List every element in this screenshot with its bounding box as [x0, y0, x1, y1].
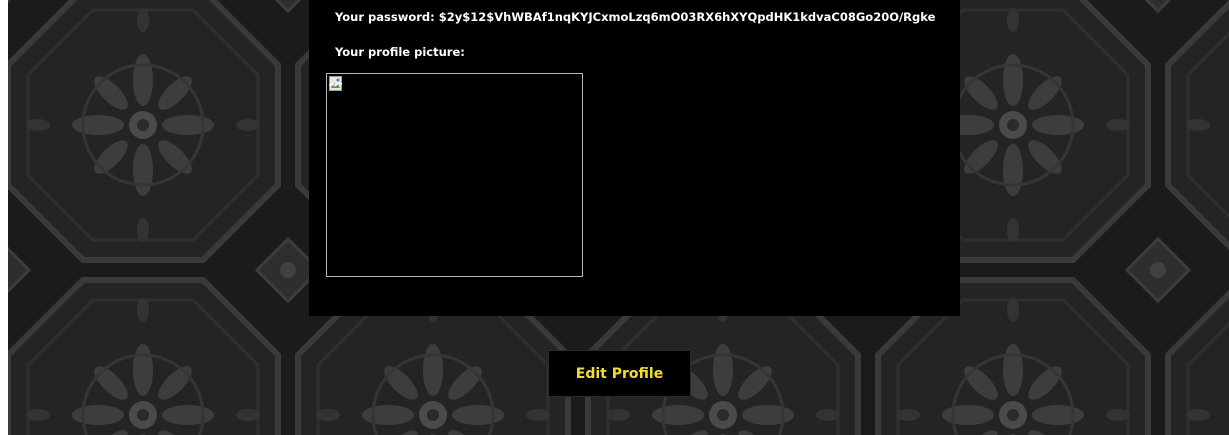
edit-profile-button[interactable]: Edit Profile: [548, 350, 691, 397]
profile-picture-label: Your profile picture:: [335, 45, 465, 59]
password-text: Your password: $2y$12$VhWBAf1nqKYJCxmoLz…: [335, 10, 936, 24]
profile-panel: Your password: $2y$12$VhWBAf1nqKYJCxmoLz…: [309, 0, 960, 316]
profile-picture: [326, 73, 583, 277]
page-background: Your password: $2y$12$VhWBAf1nqKYJCxmoLz…: [8, 0, 1229, 435]
broken-image-icon: [329, 76, 343, 91]
